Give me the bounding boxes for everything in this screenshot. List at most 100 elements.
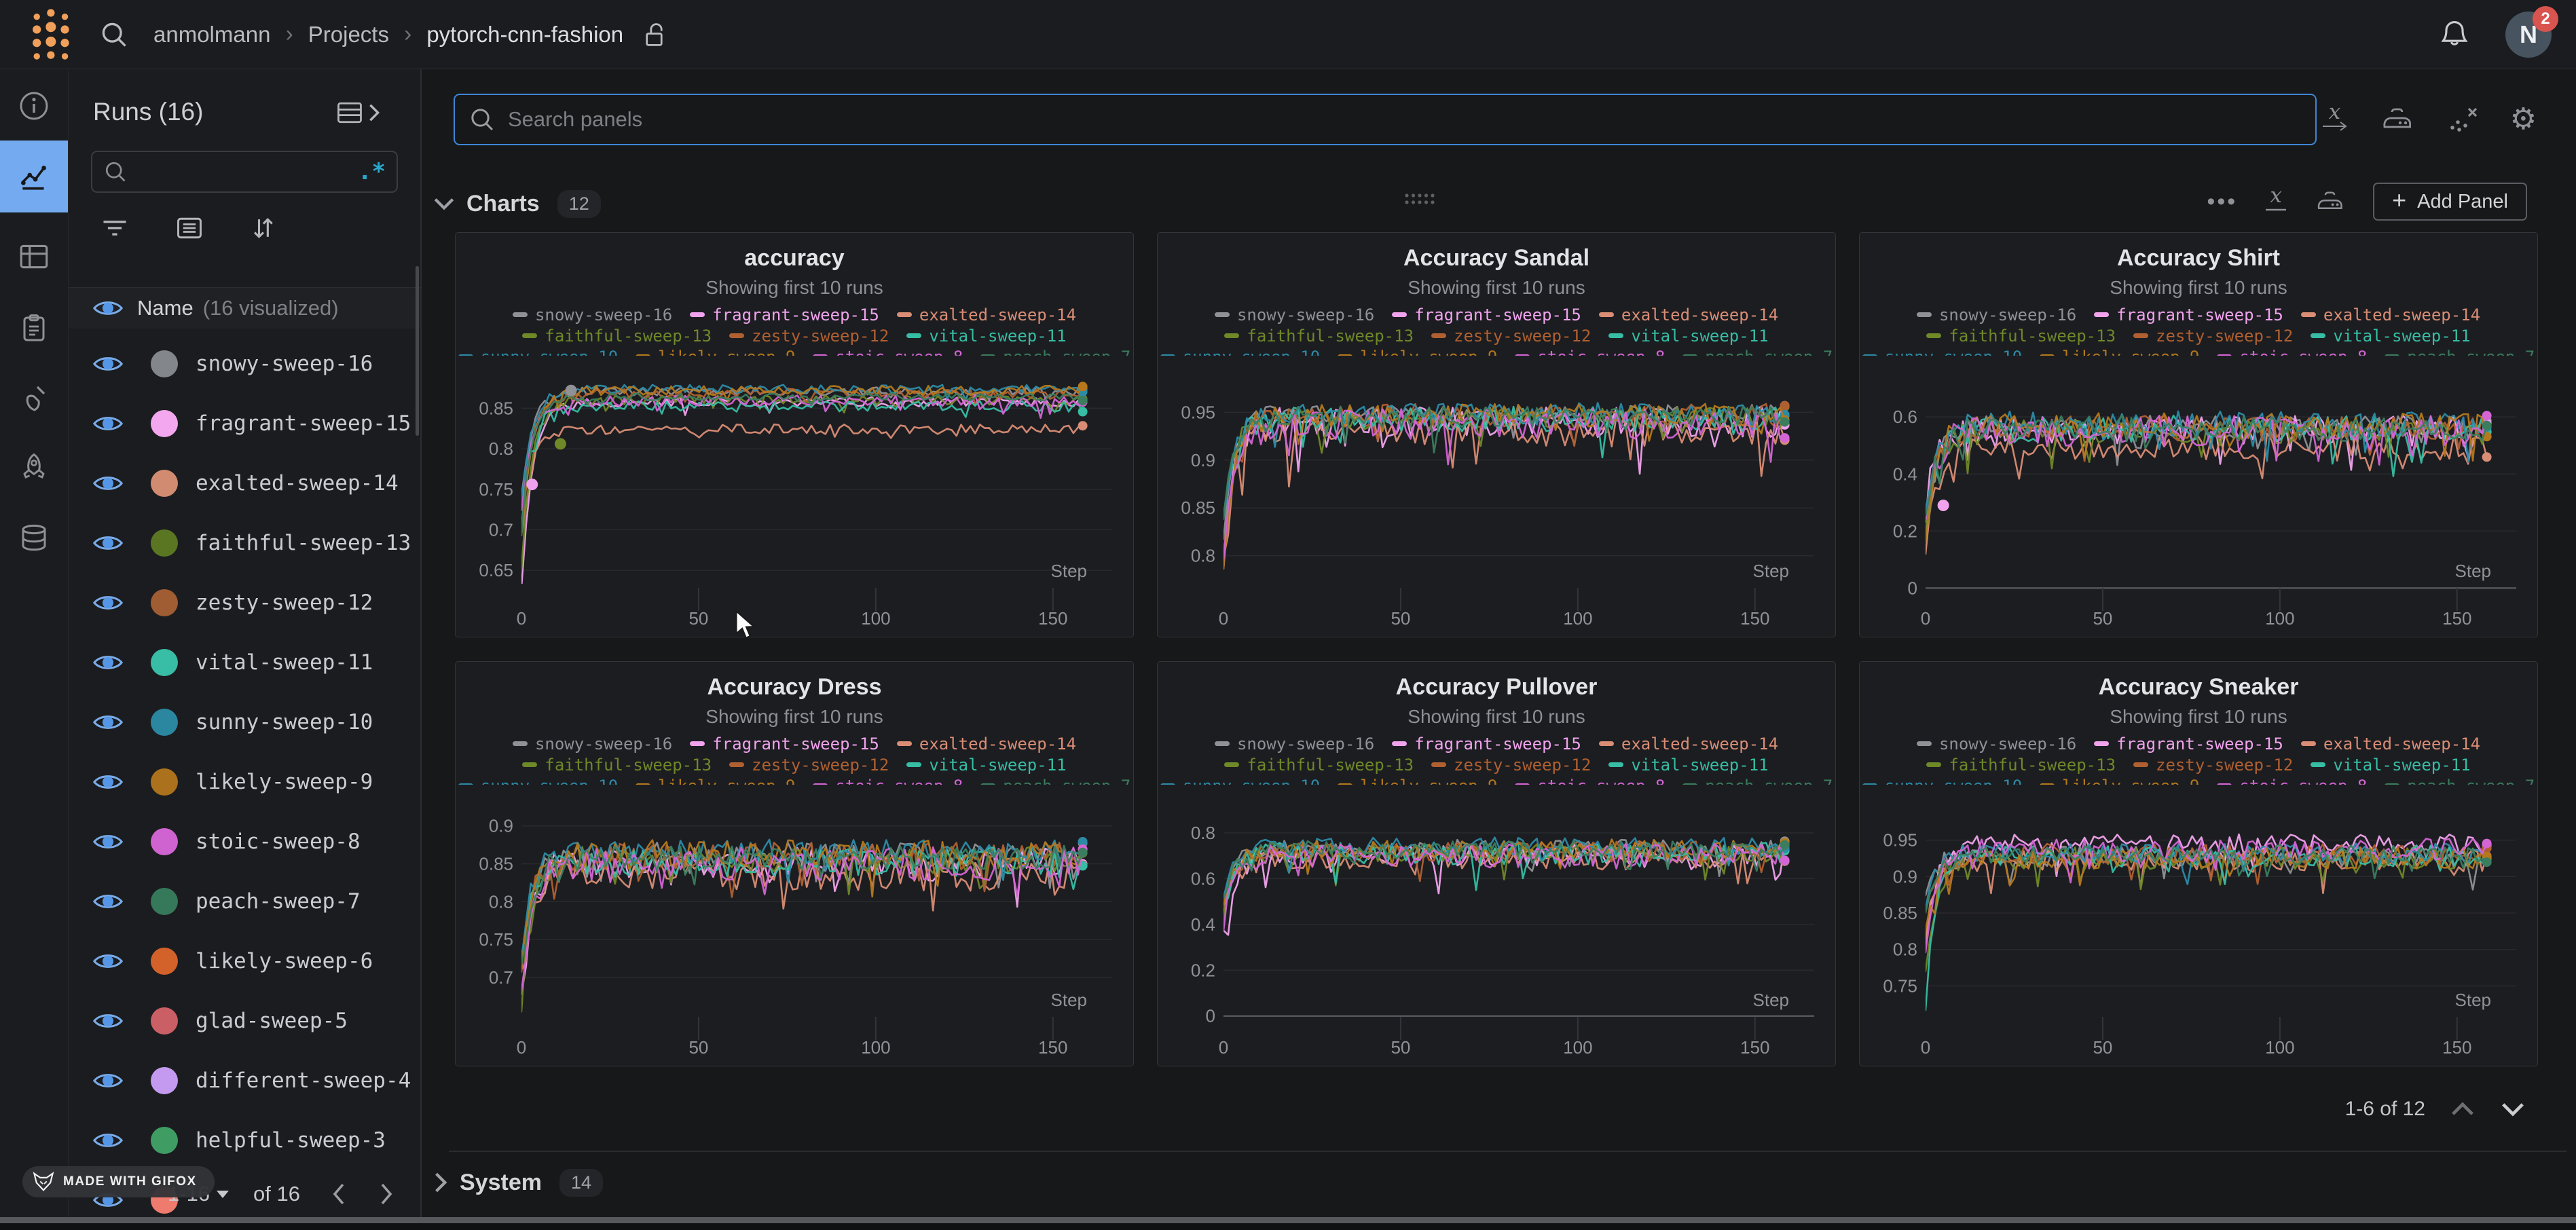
- legend-item[interactable]: vital-sweep-11: [2311, 327, 2470, 346]
- legend-item[interactable]: faithful-sweep-13: [1926, 756, 2116, 775]
- legend-item[interactable]: stoic-sweep-8: [2217, 777, 2367, 785]
- legend-item[interactable]: sunny-sweep-10: [1160, 777, 1320, 785]
- next-page-icon[interactable]: [378, 1182, 395, 1206]
- run-row[interactable]: faithful-sweep-13: [69, 513, 420, 573]
- legend-item[interactable]: faithful-sweep-13: [1224, 327, 1414, 346]
- legend-item[interactable]: sunny-sweep-10: [1862, 777, 2022, 785]
- legend-item[interactable]: peach-sweep-7: [2385, 777, 2535, 785]
- run-name[interactable]: glad-sweep-5: [196, 1009, 348, 1033]
- legend-item[interactable]: likely-sweep-9: [1338, 777, 1497, 785]
- visibility-eye-icon[interactable]: [92, 831, 124, 853]
- legend-item[interactable]: peach-sweep-7: [2385, 348, 2535, 356]
- legend-item[interactable]: sunny-sweep-10: [1862, 348, 2022, 356]
- charts-next-page-icon[interactable]: [2500, 1100, 2526, 1118]
- chart-panel[interactable]: Accuracy ShirtShowing first 10 runssnowy…: [1859, 232, 2538, 637]
- chart-plot[interactable]: 00.20.40.60.8050100150Step: [1158, 787, 1836, 1062]
- breadcrumb-project[interactable]: pytorch-cnn-fashion: [426, 22, 623, 48]
- visibility-eye-icon[interactable]: [92, 592, 124, 614]
- legend-item[interactable]: exalted-sweep-14: [1599, 734, 1778, 753]
- legend-item[interactable]: fragrant-sweep-15: [690, 305, 879, 324]
- breadcrumb-projects[interactable]: Projects: [308, 22, 389, 48]
- run-name[interactable]: stoic-sweep-8: [196, 830, 361, 854]
- legend-item[interactable]: fragrant-sweep-15: [1392, 734, 1581, 753]
- legend-item[interactable]: stoic-sweep-8: [1515, 348, 1665, 356]
- legend-item[interactable]: stoic-sweep-8: [813, 777, 963, 785]
- runs-column-header[interactable]: Name (16 visualized): [69, 288, 420, 329]
- chart-plot[interactable]: 00.20.40.6050100150Step: [1860, 358, 2538, 633]
- legend-item[interactable]: snowy-sweep-16: [1215, 734, 1374, 753]
- visibility-eye-icon[interactable]: [92, 950, 124, 972]
- chart-panel[interactable]: Accuracy SandalShowing first 10 runssnow…: [1157, 232, 1836, 637]
- nav-artifacts-icon[interactable]: [0, 507, 68, 570]
- chart-panel[interactable]: accuracyShowing first 10 runssnowy-sweep…: [455, 232, 1134, 637]
- run-row[interactable]: peach-sweep-7: [69, 872, 420, 931]
- visibility-eye-icon[interactable]: [92, 652, 124, 673]
- legend-item[interactable]: zesty-sweep-12: [729, 756, 889, 775]
- legend-item[interactable]: vital-sweep-11: [906, 756, 1066, 775]
- legend-item[interactable]: vital-sweep-11: [2311, 756, 2470, 775]
- run-row[interactable]: fragrant-sweep-15: [69, 394, 420, 453]
- chart-panel[interactable]: Accuracy DressShowing first 10 runssnowy…: [455, 661, 1134, 1066]
- global-search-icon[interactable]: [99, 20, 129, 50]
- legend-item[interactable]: likely-sweep-9: [636, 777, 795, 785]
- nav-info-icon[interactable]: [0, 75, 68, 137]
- legend-item[interactable]: sunny-sweep-10: [458, 348, 618, 356]
- legend-item[interactable]: exalted-sweep-14: [1599, 305, 1778, 324]
- run-row[interactable]: glad-sweep-5: [69, 991, 420, 1051]
- legend-item[interactable]: zesty-sweep-12: [2133, 327, 2293, 346]
- prev-page-icon[interactable]: [330, 1182, 348, 1206]
- expand-runs-table-button[interactable]: [335, 98, 381, 128]
- run-row[interactable]: different-sweep-4: [69, 1051, 420, 1111]
- visibility-eye-icon[interactable]: [92, 532, 124, 554]
- legend-item[interactable]: fragrant-sweep-15: [2094, 305, 2283, 324]
- legend-item[interactable]: peach-sweep-7: [980, 777, 1130, 785]
- nav-sweeps-icon[interactable]: [0, 367, 68, 429]
- visibility-all-eye-icon[interactable]: [92, 297, 124, 319]
- legend-item[interactable]: zesty-sweep-12: [1431, 327, 1591, 346]
- legend-item[interactable]: faithful-sweep-13: [522, 756, 712, 775]
- run-row[interactable]: exalted-sweep-14: [69, 453, 420, 513]
- legend-item[interactable]: exalted-sweep-14: [2301, 305, 2480, 324]
- visibility-eye-icon[interactable]: [92, 413, 124, 434]
- run-row[interactable]: stoic-sweep-8: [69, 812, 420, 872]
- legend-item[interactable]: snowy-sweep-16: [1917, 305, 2076, 324]
- section-smoothing-iron-icon[interactable]: [2315, 189, 2346, 214]
- visibility-eye-icon[interactable]: [92, 353, 124, 375]
- legend-item[interactable]: likely-sweep-9: [636, 348, 795, 356]
- smoothing-iron-icon[interactable]: [2380, 106, 2415, 133]
- nav-runs-table-icon[interactable]: [0, 225, 68, 288]
- legend-item[interactable]: stoic-sweep-8: [1515, 777, 1665, 785]
- avatar[interactable]: N 2: [2505, 12, 2552, 58]
- legend-item[interactable]: stoic-sweep-8: [813, 348, 963, 356]
- run-name[interactable]: fragrant-sweep-15: [196, 411, 411, 436]
- run-name[interactable]: sunny-sweep-10: [196, 710, 373, 734]
- expand-system-icon[interactable]: [433, 1171, 449, 1194]
- run-name[interactable]: faithful-sweep-13: [196, 531, 411, 555]
- legend-item[interactable]: fragrant-sweep-15: [2094, 734, 2283, 753]
- notifications-bell-icon[interactable]: [2439, 18, 2470, 51]
- legend-item[interactable]: faithful-sweep-13: [1224, 756, 1414, 775]
- legend-item[interactable]: likely-sweep-9: [2040, 348, 2199, 356]
- regex-toggle[interactable]: .*: [358, 158, 386, 185]
- nav-workspace-icon[interactable]: [0, 141, 68, 212]
- run-name[interactable]: likely-sweep-6: [196, 949, 373, 973]
- filter-icon[interactable]: [100, 213, 130, 243]
- breadcrumb-user[interactable]: anmolmann: [153, 22, 270, 48]
- legend-item[interactable]: sunny-sweep-10: [458, 777, 618, 785]
- legend-item[interactable]: snowy-sweep-16: [513, 734, 672, 753]
- nav-launch-icon[interactable]: [0, 436, 68, 498]
- legend-item[interactable]: zesty-sweep-12: [2133, 756, 2293, 775]
- chart-panel[interactable]: Accuracy SneakerShowing first 10 runssno…: [1859, 661, 2538, 1066]
- add-panel-button[interactable]: + Add Panel: [2373, 183, 2527, 221]
- run-name[interactable]: snowy-sweep-16: [196, 352, 373, 376]
- legend-item[interactable]: likely-sweep-9: [1338, 348, 1497, 356]
- run-name[interactable]: zesty-sweep-12: [196, 591, 373, 615]
- chart-plot[interactable]: 0.80.850.90.95050100150Step: [1158, 358, 1836, 633]
- section-drag-handle[interactable]: [1404, 193, 1435, 205]
- horizontal-scrollbar[interactable]: [0, 1217, 2576, 1223]
- visibility-eye-icon[interactable]: [92, 771, 124, 793]
- visibility-eye-icon[interactable]: [92, 711, 124, 733]
- run-row[interactable]: helpful-sweep-3: [69, 1111, 420, 1170]
- visibility-eye-icon[interactable]: [92, 1010, 124, 1032]
- visibility-eye-icon[interactable]: [92, 472, 124, 494]
